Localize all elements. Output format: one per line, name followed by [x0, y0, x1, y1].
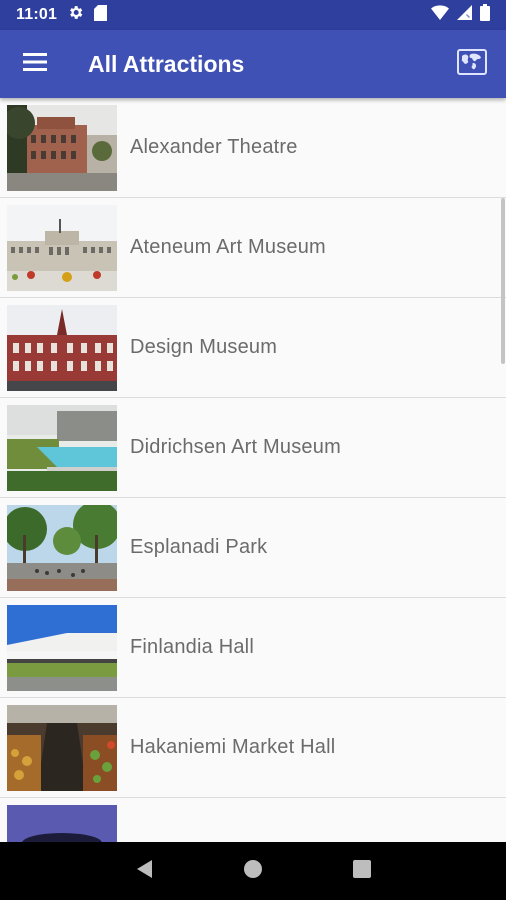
attraction-thumbnail [7, 204, 117, 291]
back-icon [134, 858, 154, 885]
attraction-thumbnail [7, 404, 117, 491]
status-time: 11:01 [16, 6, 58, 23]
attraction-thumbnail [7, 604, 117, 691]
list-item-label: Esplanadi Park [130, 536, 268, 558]
recents-icon [352, 859, 371, 883]
recents-button[interactable] [342, 851, 382, 891]
attraction-thumbnail [7, 304, 117, 391]
menu-button[interactable] [0, 30, 70, 98]
navigation-bar [0, 842, 506, 900]
list-item-label: Didrichsen Art Museum [130, 436, 341, 458]
app-bar: All Attractions [0, 30, 506, 98]
cellular-signal-icon [457, 5, 472, 25]
scrollbar[interactable] [501, 198, 505, 364]
page-title: All Attractions [88, 50, 245, 77]
back-button[interactable] [124, 851, 164, 891]
list-item-design-museum[interactable]: Design Museum [0, 298, 506, 398]
hamburger-menu-icon [23, 52, 47, 76]
gear-icon [67, 4, 84, 26]
list-item[interactable] [0, 798, 506, 842]
status-bar: 11:01 [0, 0, 506, 30]
list-item-alexander-theatre[interactable]: Alexander Theatre [0, 98, 506, 198]
battery-icon [480, 4, 490, 26]
list-item-didrichsen-art-museum[interactable]: Didrichsen Art Museum [0, 398, 506, 498]
list-item-finlandia-hall[interactable]: Finlandia Hall [0, 598, 506, 698]
list-item-hakaniemi-market-hall[interactable]: Hakaniemi Market Hall [0, 698, 506, 798]
list-item-label: Finlandia Hall [130, 636, 254, 658]
list-item-ateneum-art-museum[interactable]: Ateneum Art Museum [0, 198, 506, 298]
attraction-thumbnail [7, 504, 117, 591]
list-item-label: Design Museum [130, 336, 278, 358]
sd-card-icon [94, 4, 108, 26]
list-item-label: Ateneum Art Museum [130, 236, 326, 258]
list-item-label: Hakaniemi Market Hall [130, 736, 336, 758]
wifi-icon [431, 5, 449, 25]
attraction-thumbnail [7, 804, 117, 842]
attraction-thumbnail [7, 104, 117, 191]
list-item-label: Alexander Theatre [130, 136, 298, 158]
list-item-esplanadi-park[interactable]: Esplanadi Park [0, 498, 506, 598]
map-view-button[interactable] [442, 30, 502, 98]
home-button[interactable] [233, 851, 273, 891]
attraction-thumbnail [7, 704, 117, 791]
map-icon [457, 48, 487, 80]
attractions-list[interactable]: Alexander Theatre Ateneum Art Museum Des… [0, 98, 506, 842]
home-icon [243, 859, 263, 884]
